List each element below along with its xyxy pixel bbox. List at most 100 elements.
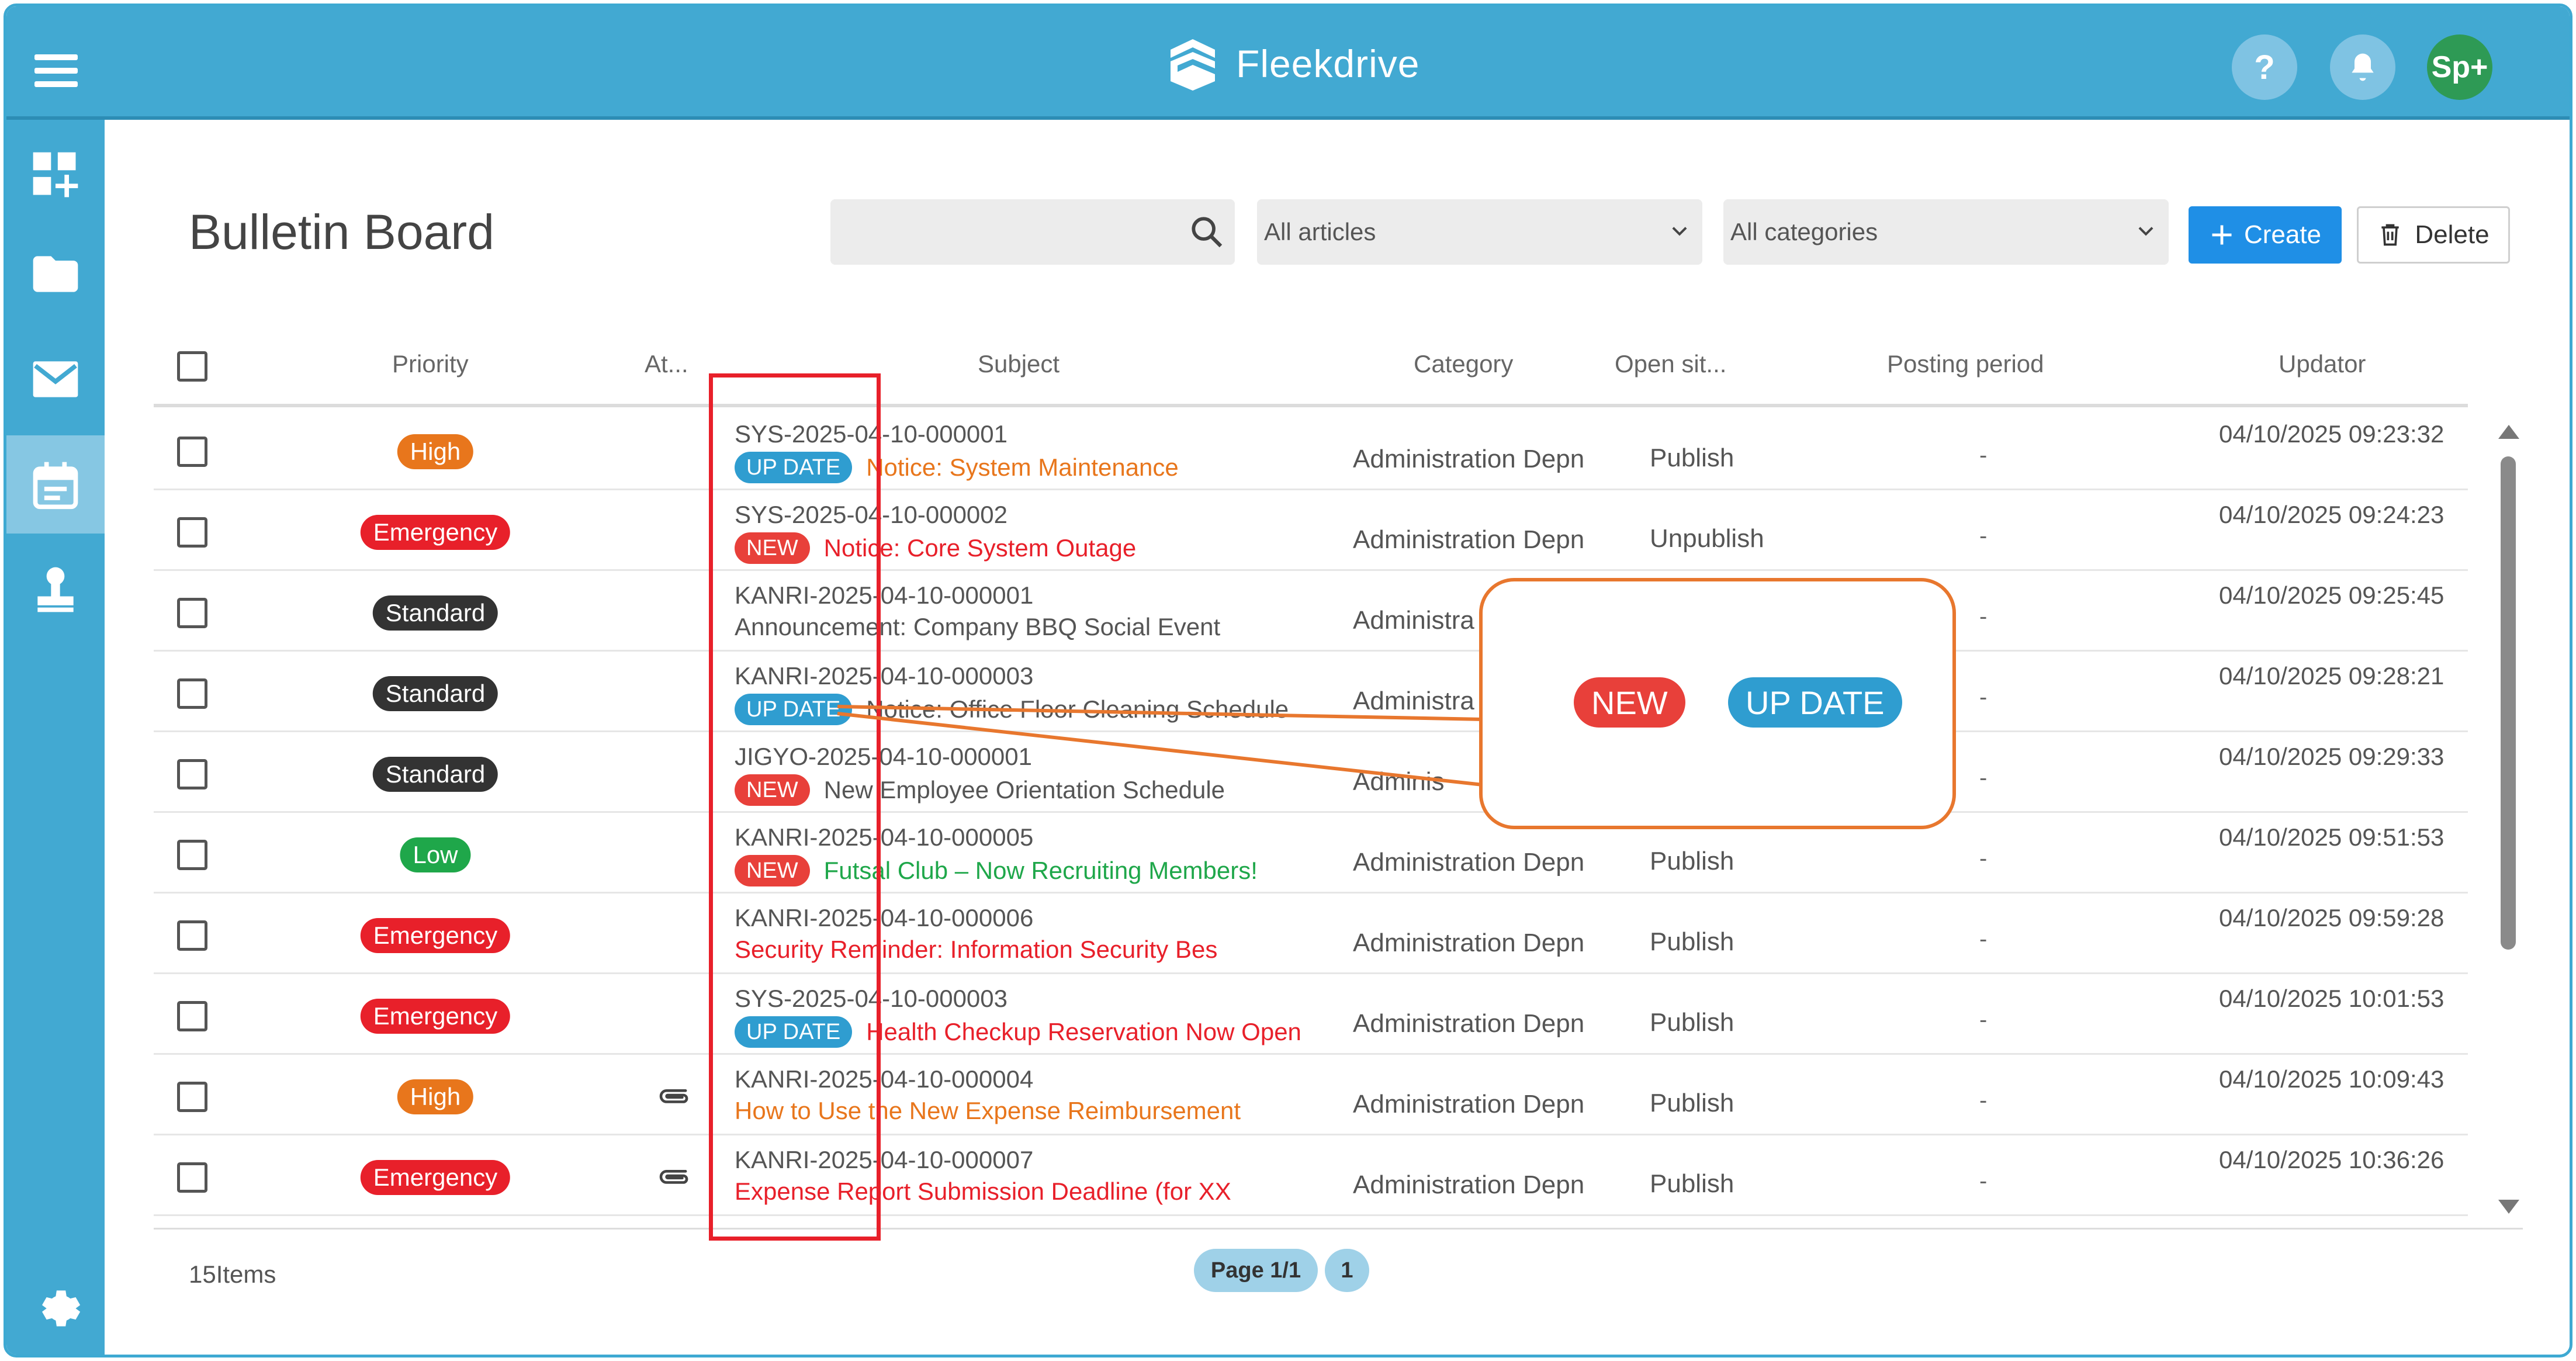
updated-datetime: 04/10/2025 09:59:28: [2219, 904, 2445, 931]
article-title[interactable]: Notice: Office Floor Cleaning Schedule: [866, 695, 1289, 723]
notifications-button[interactable]: [2330, 34, 2395, 100]
articles-filter-select[interactable]: All articles: [1257, 199, 1702, 265]
articles-filter-value: All articles: [1264, 218, 1376, 245]
sidebar-item-mail[interactable]: [6, 330, 105, 428]
callout-update-badge: UP DATE: [1728, 677, 1902, 728]
table-row[interactable]: Emergency KANRI-2025-04-10-000007 Expense …: [154, 1135, 2468, 1216]
posting-period-cell: -: [1979, 1168, 1988, 1194]
help-button[interactable]: ?: [2232, 34, 2297, 100]
priority-badge: Standard: [372, 757, 498, 792]
sidebar: [6, 120, 105, 1355]
column-attachment[interactable]: At...: [645, 350, 688, 378]
updated-datetime: 04/10/2025 10:36:26: [2219, 1146, 2445, 1173]
column-subject[interactable]: Subject: [978, 350, 1060, 378]
paperclip-icon[interactable]: [656, 1082, 693, 1109]
footer-divider: [154, 1228, 2523, 1230]
page-title: Bulletin Board: [189, 205, 494, 259]
sidebar-item-approval[interactable]: [6, 541, 105, 639]
folder-icon: [33, 256, 78, 292]
article-title[interactable]: Notice: System Maintenance: [866, 453, 1179, 482]
scroll-up-arrow[interactable]: [2498, 425, 2519, 439]
updated-datetime: 04/10/2025 09:24:23: [2219, 501, 2445, 528]
sidebar-item-bulletin[interactable]: [6, 435, 105, 534]
chevron-down-icon: [2138, 227, 2153, 236]
category-cell: Administration Depn: [1353, 1170, 1585, 1199]
posting-period-cell: -: [1979, 604, 1988, 629]
table-row[interactable]: Low KANRI-2025-04-10-000005 NEW Futsal Club…: [154, 813, 2468, 894]
sidebar-item-files[interactable]: [6, 225, 105, 323]
column-priority[interactable]: Priority: [392, 350, 469, 378]
create-button[interactable]: Create: [2189, 206, 2342, 264]
row-checkbox[interactable]: [177, 1082, 207, 1112]
items-count: 15Items: [189, 1260, 276, 1288]
scrollbar-thumb[interactable]: [2501, 456, 2516, 950]
app-name: Fleekdrive: [1236, 42, 1420, 85]
column-posting-period[interactable]: Posting period: [1887, 350, 2044, 378]
top-header: Fleekdrive ? Sp+: [6, 6, 2570, 120]
search-input[interactable]: [830, 199, 1235, 265]
row-checkbox[interactable]: [177, 437, 207, 467]
row-checkbox[interactable]: [177, 840, 207, 870]
paperclip-icon[interactable]: [656, 1162, 693, 1189]
row-checkbox[interactable]: [177, 1001, 207, 1031]
stamp-icon: [37, 567, 74, 612]
posting-period-cell: -: [1979, 926, 1988, 952]
priority-badge: Emergency: [360, 515, 511, 550]
trash-icon: [2381, 224, 2400, 246]
row-checkbox[interactable]: [177, 759, 207, 789]
posting-period-cell: -: [1979, 1088, 1988, 1113]
user-avatar[interactable]: Sp+: [2427, 34, 2492, 100]
updated-datetime: 04/10/2025 09:28:21: [2219, 662, 2445, 690]
sidebar-item-dashboard[interactable]: [6, 126, 105, 224]
article-title[interactable]: Futsal Club – Now Recruiting Members!: [824, 857, 1258, 885]
select-all-checkbox[interactable]: [177, 351, 207, 382]
chevron-down-icon: [1672, 227, 1687, 236]
category-cell: Administration Depn: [1353, 1009, 1585, 1038]
scroll-down-arrow[interactable]: [2498, 1200, 2519, 1214]
priority-badge: Low: [400, 837, 471, 872]
article-title[interactable]: Health Checkup Reservation Now Open: [866, 1018, 1301, 1046]
table-row[interactable]: Standard KANRI-2025-04-10-000003 UP DATE No…: [154, 652, 2468, 732]
updated-datetime: 04/10/2025 09:23:32: [2219, 420, 2445, 448]
updated-datetime: 04/10/2025 10:09:43: [2219, 1065, 2445, 1093]
table-row[interactable]: Emergency SYS-2025-04-10-000002 NEW Notice:…: [154, 490, 2468, 571]
row-checkbox[interactable]: [177, 517, 207, 548]
plus-icon: [2212, 225, 2232, 245]
delete-button[interactable]: Delete: [2357, 206, 2510, 264]
table-row[interactable]: High KANRI-2025-04-10-000004 How to Use th…: [154, 1055, 2468, 1135]
table-row[interactable]: Emergency SYS-2025-04-10-000003 UP DATE Hea…: [154, 974, 2468, 1055]
priority-badge: Emergency: [360, 1160, 511, 1195]
priority-badge: Emergency: [360, 999, 511, 1034]
table-row[interactable]: Standard JIGYO-2025-04-10-000001 NEW New Em…: [154, 732, 2468, 813]
search-icon[interactable]: [1188, 213, 1225, 251]
table-row[interactable]: Emergency KANRI-2025-04-10-000006 Security…: [154, 894, 2468, 974]
open-site-cell: Publish: [1650, 1089, 1734, 1117]
app-logo[interactable]: Fleekdrive: [1164, 34, 1419, 93]
row-checkbox[interactable]: [177, 1162, 207, 1193]
updated-datetime: 04/10/2025 10:01:53: [2219, 985, 2445, 1012]
table-row[interactable]: Standard KANRI-2025-04-10-000001 Announcem…: [154, 571, 2468, 652]
priority-badge: High: [397, 1079, 474, 1114]
open-site-cell: Publish: [1650, 1169, 1734, 1198]
column-open-site[interactable]: Open sit...: [1615, 350, 1726, 378]
page-number-button[interactable]: 1: [1325, 1249, 1369, 1292]
hamburger-menu-icon[interactable]: [34, 54, 78, 87]
open-site-cell: Publish: [1650, 927, 1734, 956]
table-header: Priority At... Subject Category Open sit…: [154, 340, 2468, 407]
open-site-cell: Unpublish: [1650, 524, 1764, 553]
column-category[interactable]: Category: [1414, 350, 1513, 378]
open-site-cell: Publish: [1650, 847, 1734, 875]
row-checkbox[interactable]: [177, 920, 207, 951]
row-checkbox[interactable]: [177, 598, 207, 628]
categories-filter-select[interactable]: All categories: [1723, 199, 2169, 265]
table-row[interactable]: High SYS-2025-04-10-000001 UP DATE Notice: …: [154, 410, 2468, 490]
column-updator[interactable]: Updator: [2279, 350, 2366, 378]
article-title[interactable]: New Employee Orientation Schedule: [824, 776, 1225, 804]
fleekdrive-logo-icon: [1171, 39, 1215, 91]
row-checkbox[interactable]: [177, 678, 207, 709]
updated-datetime: 04/10/2025 09:51:53: [2219, 823, 2445, 851]
posting-period-cell: -: [1979, 684, 1988, 710]
open-site-cell: Publish: [1650, 444, 1734, 472]
bell-icon: [2352, 53, 2374, 81]
sidebar-item-settings[interactable]: [6, 1259, 105, 1355]
